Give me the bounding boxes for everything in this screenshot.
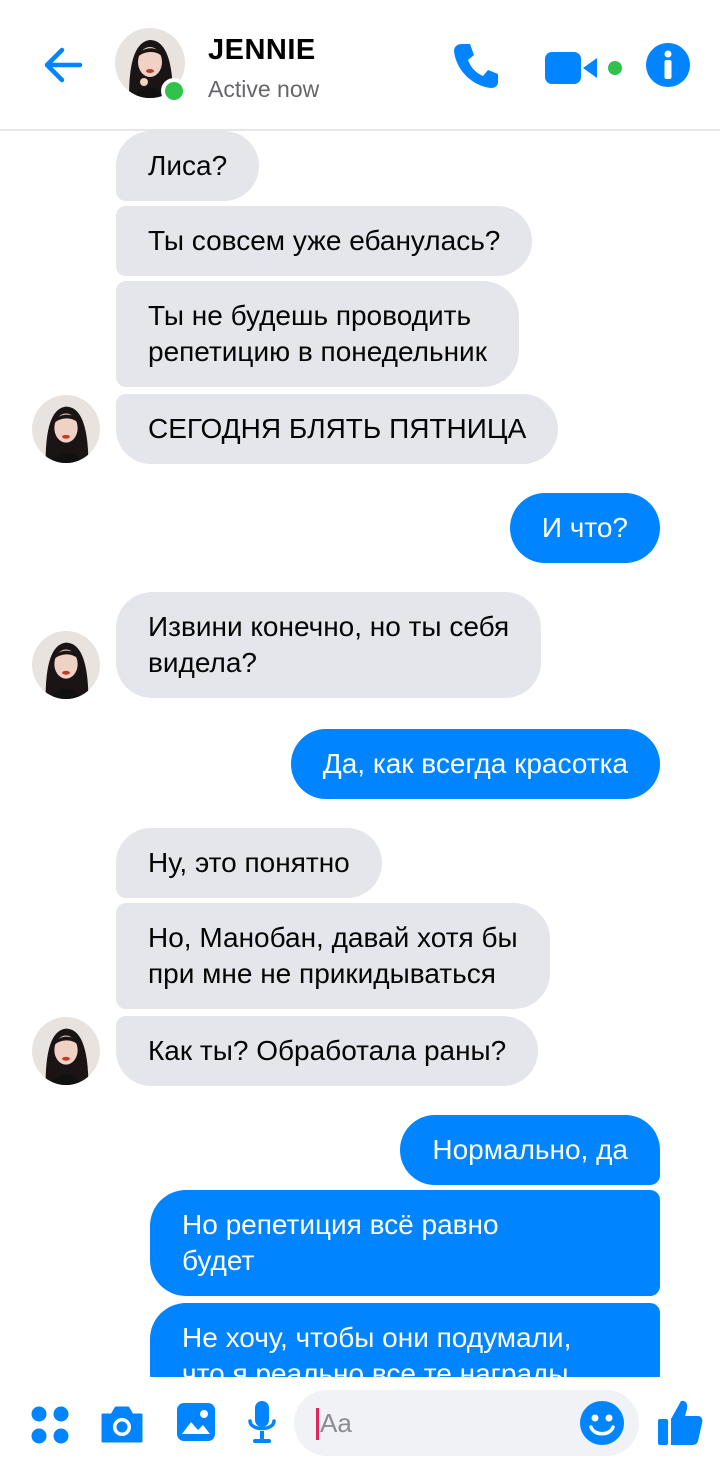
message-incoming[interactable]: Ты совсем уже ебанулась? [116, 206, 533, 276]
back-arrow-icon[interactable] [38, 40, 88, 90]
avatar-image [32, 395, 100, 463]
contact-status: Active now [208, 76, 320, 102]
message-incoming[interactable]: Как ты? Обработала раны? [116, 1016, 539, 1086]
message-input-placeholder: Aa [320, 1408, 352, 1438]
microphone-icon[interactable] [246, 1399, 278, 1447]
message-incoming[interactable]: Лиса? [116, 131, 260, 201]
message-list[interactable]: Лиса? Ты совсем уже ебанулась? Ты не буд… [0, 131, 720, 1377]
contact-name[interactable]: JENNIE [208, 34, 316, 67]
avatar-image [32, 1017, 100, 1085]
thumbs-up-icon[interactable] [656, 1397, 704, 1447]
message-incoming[interactable]: Извини конечно, но ты себя видела? [116, 592, 542, 698]
text-cursor [316, 1408, 319, 1440]
message-incoming[interactable]: Ты не будешь проводить репетицию в понед… [116, 281, 519, 387]
camera-icon[interactable] [99, 1403, 145, 1445]
avatar-image [32, 631, 100, 699]
message-outgoing[interactable]: Но репетиция всё равно будет [150, 1190, 660, 1296]
message-outgoing[interactable]: И что? [509, 493, 660, 563]
message-input[interactable]: Aa [294, 1390, 639, 1456]
emoji-icon[interactable] [579, 1400, 625, 1446]
message-incoming[interactable]: Но, Манобан, давай хотя бы при мне не пр… [116, 903, 550, 1009]
message-incoming[interactable]: Ну, это понятно [116, 828, 382, 898]
chat-header: JENNIE Active now [0, 0, 720, 131]
sender-avatar[interactable] [32, 631, 100, 699]
info-icon[interactable] [645, 42, 691, 88]
sender-avatar[interactable] [32, 1017, 100, 1085]
sender-avatar[interactable] [32, 395, 100, 463]
menu-dots-icon[interactable] [30, 1405, 70, 1445]
video-camera-icon[interactable] [543, 46, 627, 90]
message-outgoing[interactable]: Да, как всегда красотка [290, 729, 660, 799]
message-outgoing[interactable]: Нормально, да [400, 1115, 660, 1185]
online-indicator [161, 78, 187, 104]
message-outgoing[interactable]: Не хочу, чтобы они подумали, что я реаль… [150, 1303, 660, 1377]
phone-icon[interactable] [450, 40, 502, 92]
gallery-icon[interactable] [175, 1401, 217, 1443]
contact-avatar[interactable] [115, 28, 187, 104]
composer-bar: Aa [0, 1377, 720, 1468]
message-incoming[interactable]: СЕГОДНЯ БЛЯТЬ ПЯТНИЦА [116, 394, 559, 464]
